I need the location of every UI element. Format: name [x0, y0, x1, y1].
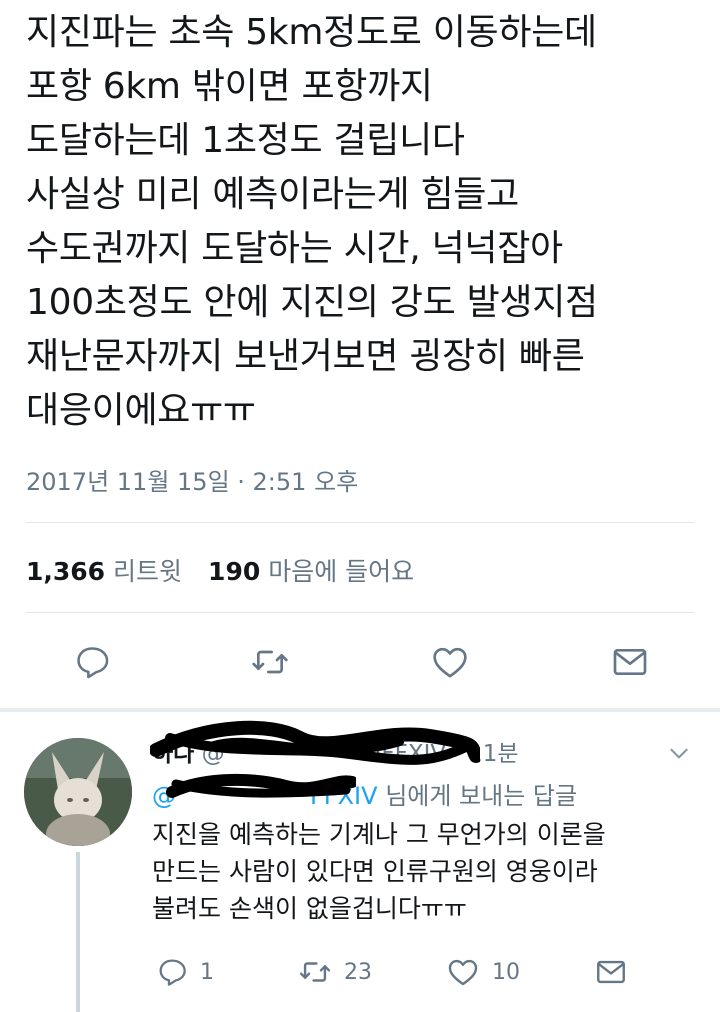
section-separator [0, 708, 720, 712]
divider [26, 522, 694, 523]
reply-reply-count: 1 [200, 959, 214, 985]
reply-button[interactable] [70, 640, 114, 684]
retweet-count: 1,366 [26, 557, 106, 586]
retweet-label: 리트윗 [113, 557, 183, 586]
replying-label: 님에게 보내는 답글 [385, 782, 578, 810]
reply-retweet-button[interactable]: 23 [298, 952, 372, 992]
reply-author-name[interactable]: 하나 [152, 741, 194, 767]
reply-actions: 1 23 10 [0, 952, 720, 992]
reply-reply-button[interactable]: 1 [156, 952, 214, 992]
retweet-button[interactable] [248, 640, 292, 684]
retweet-icon [252, 650, 288, 674]
dm-button[interactable] [608, 640, 652, 684]
heart-icon [433, 647, 467, 678]
replying-to: @ FFXIV 님에게 보내는 답글 [152, 776, 577, 811]
reply-text: 지진을 예측하는 기계나 그 무언가의 이론을 만드는 사람이 있다면 인류구원… [152, 820, 606, 923]
avatar-image [24, 738, 132, 846]
tweet-text: 지진파는 초속 5km정도로 이동하는데 포항 6km 밖이면 포항까지 도달하… [26, 12, 598, 431]
avatar[interactable] [24, 738, 132, 846]
reply-icon [159, 959, 186, 986]
divider [26, 612, 694, 613]
reply-retweet-count: 23 [344, 959, 372, 985]
reply-author-handle[interactable]: @ IFFXIV [202, 741, 447, 767]
mail-icon [597, 960, 625, 984]
tweet-stats: 1,366 리트윗 190 마음에 들어요 [26, 552, 414, 588]
tweet-timestamp[interactable]: 2017년 11월 15일 · 2:51 오후 [26, 462, 358, 497]
like-label: 마음에 들어요 [268, 557, 415, 586]
reply-header: 하나 @ IFFXIV · 11분 [152, 734, 519, 768]
retweet-stat[interactable]: 1,366 리트윗 [26, 557, 182, 586]
reply-dm-button[interactable] [594, 952, 628, 992]
like-stat[interactable]: 190 마음에 들어요 [208, 557, 414, 586]
like-count: 190 [208, 557, 261, 586]
reply-icon [77, 647, 109, 679]
replying-mention[interactable]: @ FFXIV [152, 782, 378, 810]
tweet-actions [0, 640, 720, 684]
reply-like-button[interactable]: 10 [446, 952, 520, 992]
reply-time[interactable]: · 11분 [453, 741, 518, 767]
reply-like-count: 10 [492, 959, 520, 985]
heart-icon [448, 959, 478, 986]
like-button[interactable] [428, 640, 472, 684]
mail-icon [613, 649, 647, 675]
retweet-icon [299, 962, 331, 982]
chevron-down-icon[interactable] [666, 740, 692, 766]
